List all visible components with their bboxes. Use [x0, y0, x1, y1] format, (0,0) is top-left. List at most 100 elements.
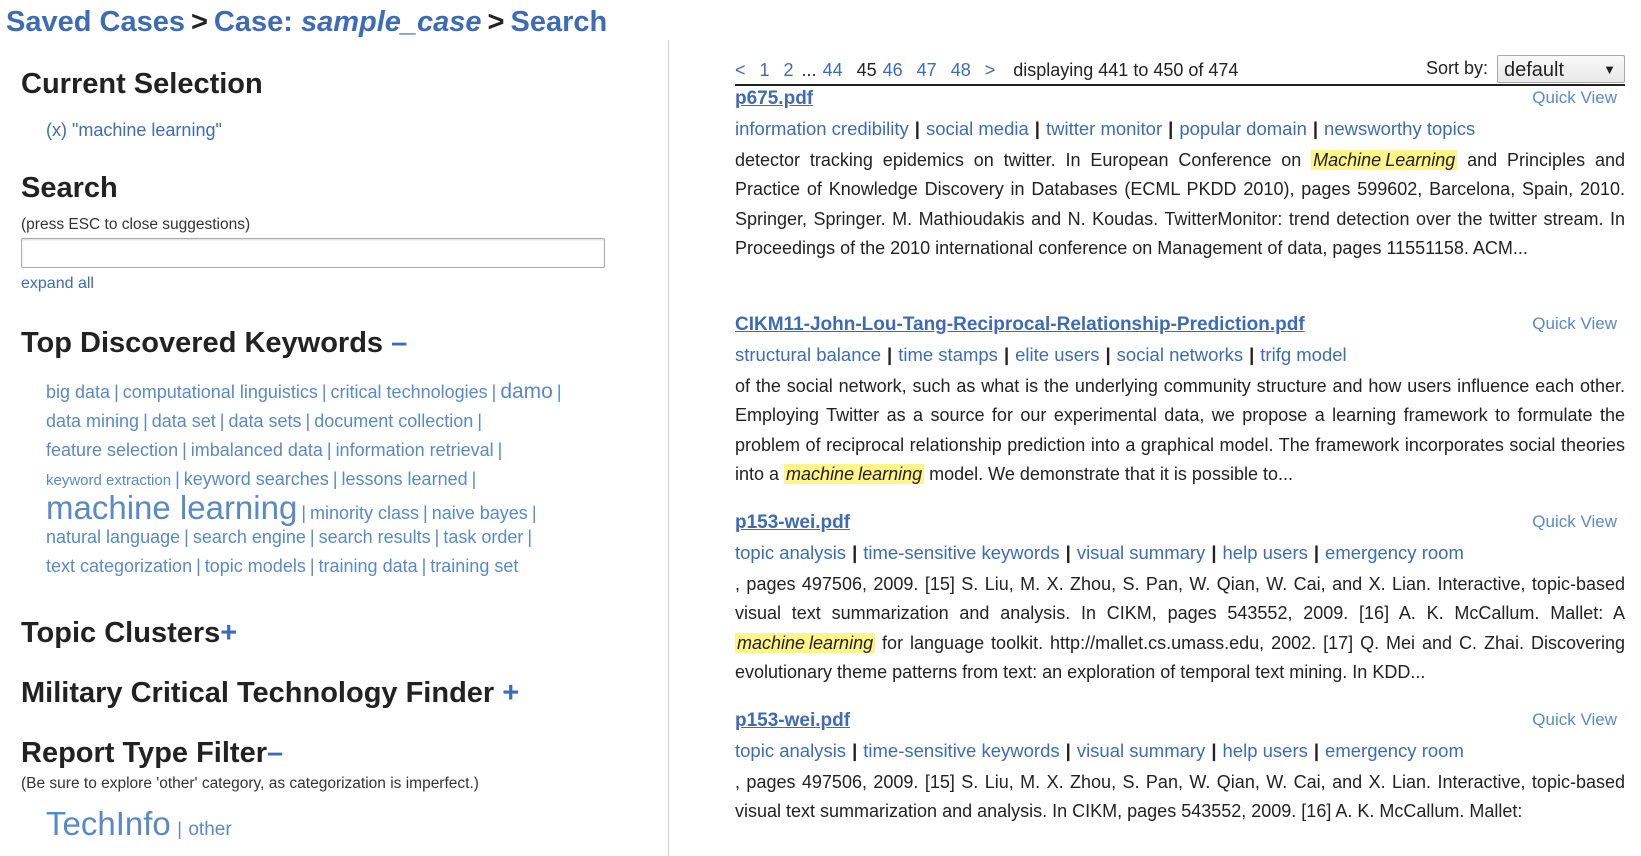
breadcrumb-saved-cases[interactable]: Saved Cases	[6, 6, 185, 38]
highlighted-term: machine	[784, 463, 857, 484]
pager-page-1[interactable]: 1	[760, 60, 770, 80]
keyword-link[interactable]: damo	[500, 380, 553, 403]
tag-separator: |	[1211, 542, 1217, 563]
keyword-link[interactable]: data sets	[228, 411, 301, 431]
keywords-collapse-toggle[interactable]: –	[391, 327, 407, 359]
result-tag-link[interactable]: visual summary	[1077, 542, 1206, 563]
topic-clusters-expand-toggle[interactable]: +	[220, 617, 237, 649]
keyword-separator: |	[434, 527, 440, 547]
keyword-link[interactable]: document collection	[314, 411, 473, 431]
result-tag-link[interactable]: emergency room	[1325, 542, 1464, 563]
keyword-separator: |	[527, 527, 533, 547]
result-tag-link[interactable]: information credibility	[735, 118, 909, 139]
current-selection-item[interactable]: (x) "machine learning"	[46, 120, 222, 141]
report-type-options: TechInfo | other	[46, 805, 232, 843]
keyword-link[interactable]: training set	[430, 556, 518, 576]
keyword-link[interactable]: natural language	[46, 527, 180, 547]
result-title-link[interactable]: p153-wei.pdf	[735, 710, 850, 732]
search-hint: (press ESC to close suggestions)	[21, 216, 251, 233]
pager-next[interactable]: >	[985, 60, 996, 80]
result-tag-link[interactable]: structural balance	[735, 344, 881, 365]
keyword-link[interactable]: data set	[152, 411, 216, 431]
pager-page-48[interactable]: 48	[951, 60, 971, 80]
result-tag-link[interactable]: topic analysis	[735, 542, 846, 563]
quick-view-link[interactable]: Quick View	[1532, 314, 1617, 334]
pager-page-47[interactable]: 47	[917, 60, 937, 80]
keyword-link[interactable]: topic models	[205, 556, 306, 576]
keyword-link[interactable]: critical technologies	[331, 382, 488, 402]
result-tag-link[interactable]: emergency room	[1325, 740, 1464, 761]
quick-view-link[interactable]: Quick View	[1532, 512, 1617, 532]
pager-prev[interactable]: <	[735, 60, 746, 80]
result-tag-link[interactable]: twitter monitor	[1046, 118, 1162, 139]
military-finder-expand-toggle[interactable]: +	[502, 677, 519, 709]
report-filter-collapse-toggle[interactable]: –	[267, 737, 283, 769]
report-type-other[interactable]: other	[188, 819, 231, 840]
keyword-link[interactable]: big data	[46, 382, 110, 402]
tag-separator: |	[914, 118, 920, 139]
current-selection-heading: Current Selection	[21, 68, 263, 100]
result-tag-link[interactable]: help users	[1223, 542, 1308, 563]
pager-page-2[interactable]: 2	[784, 60, 794, 80]
search-input[interactable]	[21, 238, 605, 268]
sort-select[interactable]: default ▼	[1497, 55, 1625, 83]
result-title-link[interactable]: p675.pdf	[735, 88, 813, 110]
keyword-link[interactable]: minority class	[310, 503, 419, 523]
keyword-link[interactable]: lessons learned	[342, 469, 468, 489]
result-tag-link[interactable]: visual summary	[1077, 740, 1206, 761]
result-tag-link[interactable]: help users	[1223, 740, 1308, 761]
topic-clusters-heading: Topic Clusters+	[21, 617, 237, 650]
result-tag-link[interactable]: popular domain	[1179, 118, 1307, 139]
report-type-techinfo[interactable]: TechInfo	[46, 805, 171, 842]
result-tag-link[interactable]: social media	[926, 118, 1029, 139]
quick-view-link[interactable]: Quick View	[1532, 710, 1617, 730]
sort-control: Sort by: default ▼	[1426, 55, 1625, 83]
snippet-text: detector tracking epidemics on twitter. …	[735, 150, 1312, 170]
breadcrumb-separator: >	[487, 6, 505, 38]
result-tag-link[interactable]: elite users	[1015, 344, 1099, 365]
result-title-link[interactable]: CIKM11-John-Lou-Tang-Reciprocal-Relation…	[735, 314, 1305, 336]
keyword-link[interactable]: imbalanced data	[191, 440, 323, 460]
tag-separator: |	[1065, 740, 1071, 761]
tag-separator: |	[1168, 118, 1174, 139]
keyword-link[interactable]: naive bayes	[432, 503, 528, 523]
result-tag-link[interactable]: trifg model	[1260, 344, 1346, 365]
keyword-link[interactable]: training data	[319, 556, 418, 576]
keyword-separator: |	[175, 469, 180, 489]
keyword-cloud-row: text categorization | topic models | trainin…	[46, 552, 626, 581]
tag-separator: |	[887, 344, 893, 365]
result-tag-link[interactable]: topic analysis	[735, 740, 846, 761]
result-tag-link[interactable]: time stamps	[898, 344, 998, 365]
keyword-separator: |	[196, 556, 201, 576]
keyword-link[interactable]: search engine	[193, 527, 306, 547]
quick-view-link[interactable]: Quick View	[1532, 88, 1617, 108]
snippet-text: , pages 497506, 2009. [15] S. Liu, M. X.…	[735, 772, 1625, 822]
highlighted-term: Machine	[1311, 150, 1384, 170]
keyword-link[interactable]: data mining	[46, 411, 139, 431]
keyword-link[interactable]: keyword searches	[184, 469, 329, 489]
result-title-link[interactable]: p153-wei.pdf	[735, 512, 850, 534]
result-tag-link[interactable]: social networks	[1117, 344, 1243, 365]
pagination-bar: <1 2... 44 45 46 47 48 > displaying 441 to 450 o…	[735, 55, 1625, 86]
keyword-separator: |	[471, 469, 477, 489]
result-tag-link[interactable]: newsworthy topics	[1324, 118, 1475, 139]
keyword-separator: |	[301, 503, 307, 523]
expand-all-link[interactable]: expand all	[21, 275, 94, 293]
tag-separator: |	[1313, 542, 1320, 563]
pager-page-46[interactable]: 46	[883, 60, 903, 80]
breadcrumb-search: Search	[510, 6, 608, 38]
keyword-link[interactable]: text categorization	[46, 556, 192, 576]
result-tag-link[interactable]: time-sensitive keywords	[863, 542, 1059, 563]
keyword-link[interactable]: feature selection	[46, 440, 178, 460]
keyword-link[interactable]: keyword extraction	[46, 472, 171, 489]
keyword-link[interactable]: machine learning	[46, 489, 297, 526]
pager-page-44[interactable]: 44	[823, 60, 843, 80]
keyword-link[interactable]: search results	[319, 527, 431, 547]
breadcrumb-case[interactable]: Case: sample_case	[214, 6, 482, 38]
keyword-separator: |	[531, 503, 537, 523]
result-tag-link[interactable]: time-sensitive keywords	[863, 740, 1059, 761]
keyword-link[interactable]: computational linguistics	[123, 382, 318, 402]
keyword-separator: |	[477, 411, 482, 431]
keyword-link[interactable]: task order	[443, 527, 523, 547]
keyword-link[interactable]: information retrieval	[336, 440, 494, 460]
